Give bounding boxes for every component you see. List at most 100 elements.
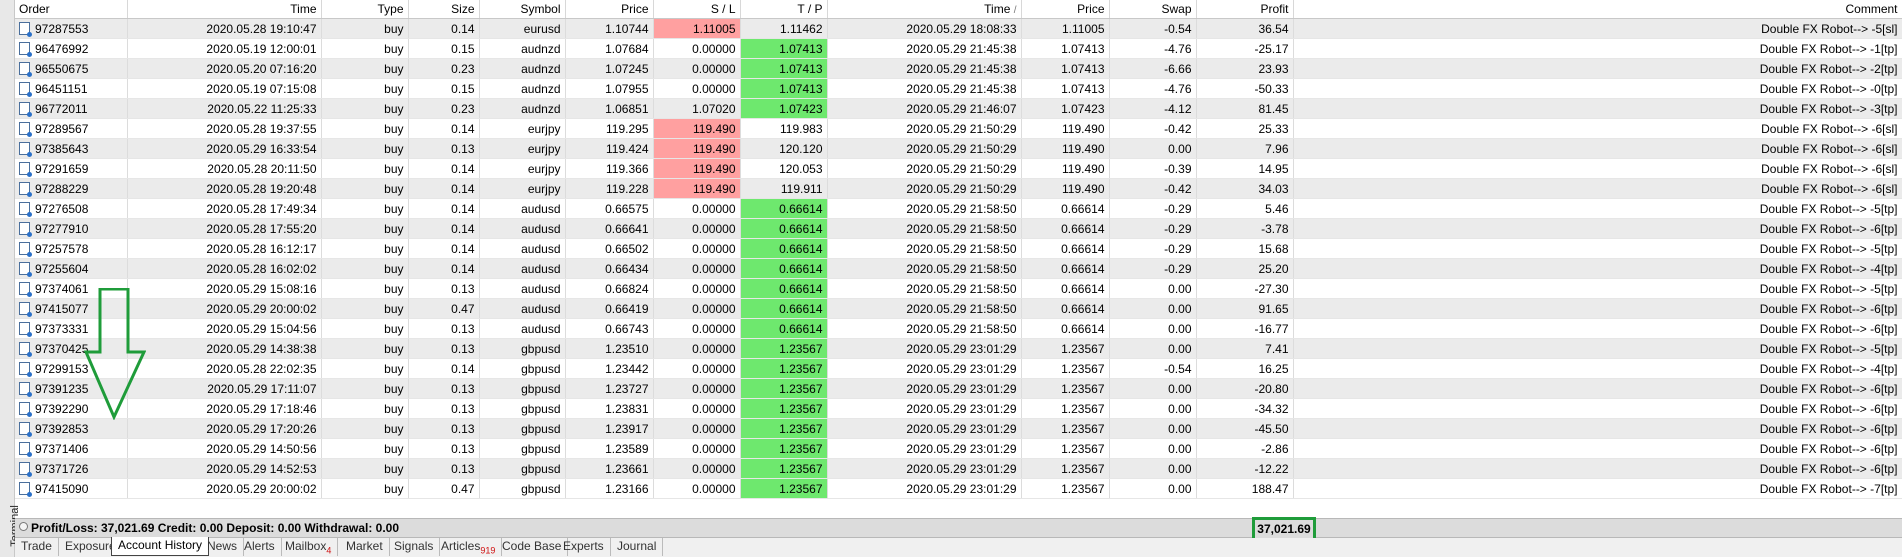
cell-size: 0.14 [408,358,480,379]
table-row[interactable]: 97299153 2020.05.28 22:02:35 buy 0.14 gbpusd… [15,358,1902,379]
col-header-open-price[interactable]: Price [565,0,654,19]
table-row[interactable]: 97391235 2020.05.29 17:11:07 buy 0.13 gbpusd… [15,378,1902,399]
table-row[interactable]: 97257578 2020.05.28 16:12:17 buy 0.14 audusd… [15,238,1902,259]
table-row[interactable]: 97371726 2020.05.29 14:52:53 buy 0.13 gbpusd… [15,458,1902,479]
order-document-icon [19,181,32,197]
cell-comment: Double FX Robot--> -1[tp] [1293,38,1902,59]
col-header-symbol[interactable]: Symbol [479,0,566,19]
cell-size: 0.13 [408,318,480,339]
table-row[interactable]: 97392853 2020.05.29 17:20:26 buy 0.13 gbpusd… [15,418,1902,439]
table-row[interactable]: 97287553 2020.05.28 19:10:47 buy 0.14 eurusd… [15,18,1902,39]
cell-close-time: 2020.05.29 21:45:38 [827,38,1022,59]
cell-close-price: 0.66614 [1021,218,1110,239]
col-header-order[interactable]: Order [15,0,128,19]
col-header-close-price[interactable]: Price [1021,0,1110,19]
col-header-comment[interactable]: Comment [1293,0,1902,19]
order-document-icon [19,261,32,277]
col-header-tp[interactable]: T / P [740,0,828,19]
cell-tp: 120.120 [740,138,828,159]
table-row[interactable]: 97277910 2020.05.28 17:55:20 buy 0.14 audusd… [15,218,1902,239]
order-number: 97371726 [35,461,89,476]
cell-size: 0.13 [408,378,480,399]
cell-comment: Double FX Robot--> -6[tp] [1293,398,1902,419]
tab-account-history[interactable]: Account History [111,537,210,556]
cell-open-time: 2020.05.29 17:20:26 [127,418,322,439]
tab-alerts[interactable]: Alerts [238,538,282,556]
order-document-icon [19,421,32,437]
cell-type: buy [321,18,409,39]
annotation-down-arrow-icon [84,288,146,420]
cell-close-price: 1.07413 [1021,58,1110,79]
cell-type: buy [321,458,409,479]
tab-label: Articles [441,539,481,553]
table-row[interactable]: 97370425 2020.05.29 14:38:38 buy 0.13 gbpusd… [15,338,1902,359]
tab-market[interactable]: Market [340,538,390,556]
table-row[interactable]: 96476992 2020.05.19 12:00:01 buy 0.15 audnzd… [15,38,1902,59]
table-row[interactable]: 97276508 2020.05.28 17:49:34 buy 0.14 audusd… [15,198,1902,219]
table-row[interactable]: 97288229 2020.05.28 19:20:48 buy 0.14 eurjpy… [15,178,1902,199]
tab-trade[interactable]: Trade [15,538,59,556]
order-number: 97299153 [35,361,89,376]
cell-sl: 119.490 [653,118,741,139]
order-document-icon [19,321,32,337]
cell-type: buy [321,398,409,419]
order-number: 97415077 [35,301,89,316]
col-header-size[interactable]: Size [408,0,480,19]
table-row[interactable]: 97415077 2020.05.29 20:00:02 buy 0.47 audusd… [15,298,1902,319]
cell-open-time: 2020.05.28 16:02:02 [127,258,322,279]
order-number: 97373331 [35,321,89,336]
cell-close-price: 1.07413 [1021,38,1110,59]
cell-size: 0.14 [408,218,480,239]
order-number: 97371406 [35,441,89,456]
summary-text: Profit/Loss: 37,021.69 Credit: 0.00 Depo… [31,521,400,535]
order-number: 97288229 [35,181,89,196]
cell-open-time: 2020.05.28 20:11:50 [127,158,322,179]
tab-signals[interactable]: Signals [388,538,441,556]
cell-size: 0.23 [408,58,480,79]
col-header-swap[interactable]: Swap [1109,0,1197,19]
col-header-close-time[interactable]: Time / [827,0,1022,19]
order-number: 96476992 [35,41,89,56]
col-header-sl[interactable]: S / L [653,0,741,19]
table-row[interactable]: 97385643 2020.05.29 16:33:54 buy 0.13 eurjpy… [15,138,1902,159]
order-document-icon [19,241,32,257]
table-row[interactable]: 96451151 2020.05.19 07:15:08 buy 0.15 audnzd… [15,78,1902,99]
table-row[interactable]: 97289567 2020.05.28 19:37:55 buy 0.14 eurjpy… [15,118,1902,139]
table-row[interactable]: 96772011 2020.05.22 11:25:33 buy 0.23 audnzd… [15,98,1902,119]
cell-open-price: 1.07955 [565,78,654,99]
cell-open-price: 1.23442 [565,358,654,379]
tab-journal[interactable]: Journal [611,538,664,556]
cell-close-time: 2020.05.29 23:01:29 [827,358,1022,379]
cell-size: 0.14 [408,198,480,219]
cell-open-price: 0.66419 [565,298,654,319]
cell-profit: -45.50 [1196,418,1294,439]
tab-experts[interactable]: Experts [557,538,611,556]
tab-articles[interactable]: Articles919 [435,538,503,556]
cell-close-price: 1.23567 [1021,438,1110,459]
terminal-side-label: Terminal [0,0,21,557]
table-row[interactable]: 97374061 2020.05.29 15:08:16 buy 0.13 audusd… [15,278,1902,299]
table-row[interactable]: 97373331 2020.05.29 15:04:56 buy 0.13 audusd… [15,318,1902,339]
table-row[interactable]: 97371406 2020.05.29 14:50:56 buy 0.13 gbpusd… [15,438,1902,459]
cell-close-price: 1.23567 [1021,398,1110,419]
order-document-icon [19,41,32,57]
cell-symbol: eurjpy [479,138,566,159]
cell-tp: 1.23567 [740,458,828,479]
cell-order: 97276508 [15,198,128,219]
table-row[interactable]: 96550675 2020.05.20 07:16:20 buy 0.23 audnzd… [15,58,1902,79]
cell-size: 0.15 [408,38,480,59]
summary-toggle-icon[interactable] [19,522,28,531]
cell-swap: -0.39 [1109,158,1197,179]
table-body: 97287553 2020.05.28 19:10:47 buy 0.14 eurusd… [15,18,1902,499]
table-row[interactable]: 97255604 2020.05.28 16:02:02 buy 0.14 audusd… [15,258,1902,279]
col-header-profit[interactable]: Profit [1196,0,1294,19]
table-row[interactable]: 97291659 2020.05.28 20:11:50 buy 0.14 eurjpy… [15,158,1902,179]
cell-comment: Double FX Robot--> -5[sl] [1293,18,1902,39]
cell-close-time: 2020.05.29 21:50:29 [827,158,1022,179]
table-row[interactable]: 97415090 2020.05.29 20:00:02 buy 0.47 gbpusd… [15,478,1902,499]
col-header-open-time[interactable]: Time [127,0,322,19]
col-header-type[interactable]: Type [321,0,409,19]
cell-size: 0.13 [408,398,480,419]
tab-mailbox[interactable]: Mailbox4 [279,538,339,556]
table-row[interactable]: 97392290 2020.05.29 17:18:46 buy 0.13 gbpusd… [15,398,1902,419]
